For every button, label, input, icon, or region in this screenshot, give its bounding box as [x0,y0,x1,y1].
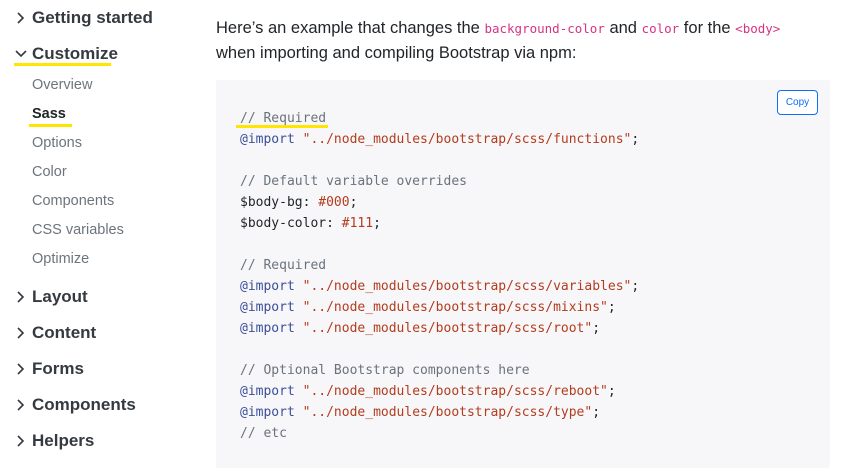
sidebar-item-options[interactable]: Options [32,133,82,153]
customize-highlight [14,63,111,66]
code-punct: : [326,216,342,231]
inline-code: color [641,21,680,36]
code-punct: ; [349,195,358,210]
code-line: // Required [240,255,639,276]
intro-paragraph: Here’s an example that changes the backg… [216,16,830,65]
sidebar-item-css-variables[interactable]: CSS variables [32,220,124,240]
chevron-right-icon [14,326,28,340]
code-line: @import "../node_modules/bootstrap/scss/… [240,297,639,318]
code-string: "../node_modules/bootstrap/scss/mixins" [302,300,608,315]
code-string: "../node_modules/bootstrap/scss/type" [302,405,593,420]
code-keyword: @import [240,321,295,336]
sidebar-section-label: Components [32,395,136,414]
code-keyword: @import [240,300,295,315]
sidebar-section-label: Layout [32,287,88,306]
code-comment: // Required [240,258,327,273]
chevron-right-icon [14,434,28,448]
code-string: "../node_modules/bootstrap/scss/variable… [302,279,632,294]
docs-sidebar: Getting started Customize Overview Sass … [0,0,200,472]
code-keyword: @import [240,405,295,420]
code-line: $body-bg: #000; [240,192,639,213]
code-line: // Default variable overrides [240,171,639,192]
code-comment: // etc [240,426,287,441]
code-line: $body-color: #111; [240,213,639,234]
code-punct: ; [631,132,640,147]
code-punct: ; [607,384,616,399]
code-value: #111 [341,216,374,231]
code-keyword: @import [240,132,295,147]
intro-text: Here’s an example that changes the [216,19,485,37]
code-line: @import "../node_modules/bootstrap/scss/… [240,381,639,402]
sidebar-item-optimize[interactable]: Optimize [32,249,89,269]
code-line: // Optional Bootstrap components here [240,360,639,381]
chevron-right-icon [14,398,28,412]
copy-button[interactable]: Copy [777,90,818,115]
code-listing: // Required @import "../node_modules/boot… [240,108,639,444]
inline-code: background-color [484,21,605,36]
required-highlight [236,125,328,128]
code-punct: ; [373,216,381,231]
chevron-right-icon [14,11,28,25]
sidebar-section-components[interactable]: Components [14,393,136,417]
sidebar-section-forms[interactable]: Forms [14,357,84,381]
sidebar-section-content[interactable]: Content [14,321,96,345]
code-punct: ; [592,405,601,420]
code-keyword: @import [240,279,295,294]
sidebar-item-components[interactable]: Components [32,191,114,211]
sass-highlight [29,124,72,127]
code-comment: // Required [240,111,327,126]
code-line: @import "../node_modules/bootstrap/scss/… [240,276,639,297]
code-string: "../node_modules/bootstrap/scss/function… [302,132,632,147]
intro-text: and [604,19,642,37]
code-comment: // Optional Bootstrap components here [240,363,530,378]
code-punct: ; [607,300,616,315]
code-block: Copy // Required @import "../node_modules… [216,80,830,468]
code-comment: // Default variable overrides [240,174,467,189]
code-line: // etc [240,423,639,444]
inline-code: <body> [735,21,781,36]
sidebar-section-label: Content [32,323,97,342]
chevron-right-icon [14,290,28,304]
code-variable: $body-bg [240,195,303,210]
sidebar-item-overview[interactable]: Overview [32,75,92,95]
sidebar-section-label: Getting started [32,8,153,27]
code-punct: : [302,195,319,210]
sidebar-item-color[interactable]: Color [32,162,67,182]
code-keyword: @import [240,384,295,399]
sidebar-section-layout[interactable]: Layout [14,285,88,309]
sidebar-section-getting-started[interactable]: Getting started [14,6,153,30]
sidebar-section-label: Forms [32,359,84,378]
code-value: #000 [318,195,350,210]
chevron-down-icon [14,47,28,61]
sidebar-section-label: Helpers [32,431,95,450]
intro-text: for the [679,19,736,37]
code-string: "../node_modules/bootstrap/scss/reboot" [302,384,608,399]
intro-text: when importing and compiling Bootstrap v… [216,44,577,62]
code-punct: ; [592,321,601,336]
code-punct: ; [631,279,640,294]
chevron-right-icon [14,362,28,376]
sidebar-item-sass[interactable]: Sass [32,104,66,124]
code-line: @import "../node_modules/bootstrap/scss/… [240,129,639,150]
code-line: @import "../node_modules/bootstrap/scss/… [240,402,639,423]
sidebar-section-label: Customize [32,44,118,63]
code-string: "../node_modules/bootstrap/scss/root" [302,321,593,336]
code-line: @import "../node_modules/bootstrap/scss/… [240,318,639,339]
code-variable: $body-color [240,216,327,231]
sidebar-section-helpers[interactable]: Helpers [14,429,94,453]
